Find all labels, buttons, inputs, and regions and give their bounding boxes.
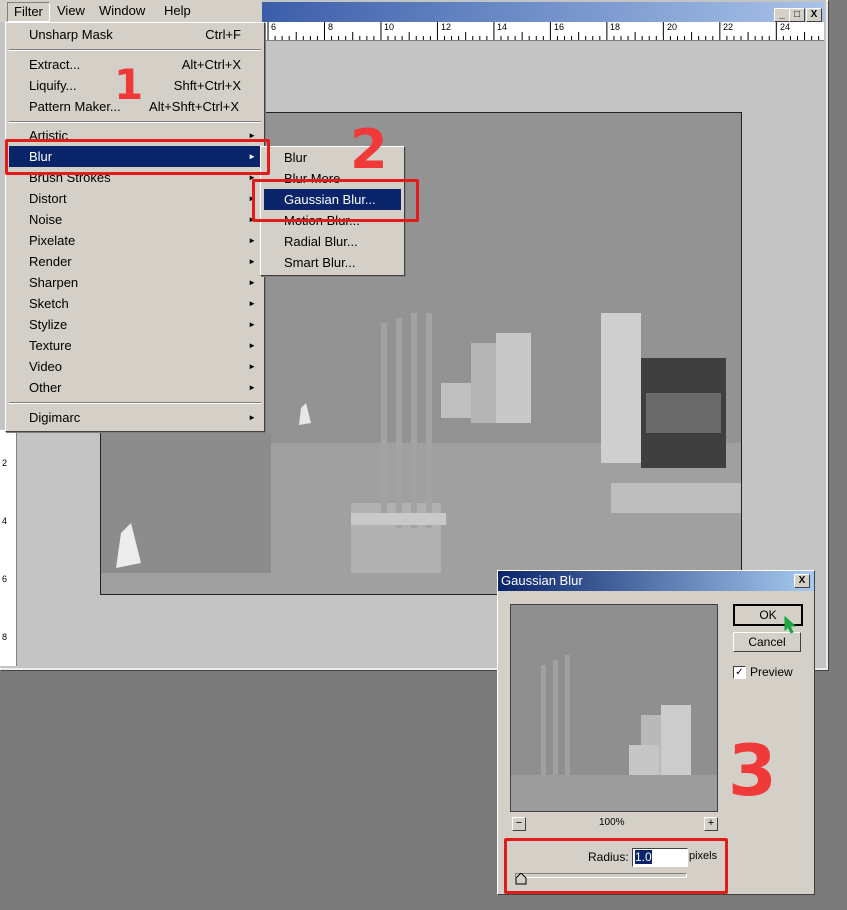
zoom-in-button[interactable]: + bbox=[704, 817, 718, 831]
preview-image bbox=[511, 605, 717, 811]
menu-item-label: Digimarc bbox=[29, 410, 81, 425]
submenu-arrow-icon: ► bbox=[248, 383, 256, 392]
document-title-bar[interactable]: _ □ X bbox=[262, 2, 824, 22]
menu-item-sketch[interactable]: Sketch ► bbox=[9, 293, 261, 314]
submenu-arrow-icon: ► bbox=[248, 299, 256, 308]
annotation-box-blur bbox=[5, 139, 270, 175]
zoom-level: 100% bbox=[599, 817, 625, 828]
annotation-box-gaussian bbox=[252, 179, 419, 222]
ruler-number: 14 bbox=[497, 22, 508, 32]
menu-item-shortcut: Ctrl+F bbox=[205, 27, 241, 42]
vertical-ruler: 2 4 6 8 bbox=[0, 430, 17, 666]
submenu-arrow-icon: ► bbox=[248, 278, 256, 287]
ruler-number: 8 bbox=[328, 22, 334, 32]
submenu-arrow-icon: ► bbox=[248, 236, 256, 245]
menu-item-texture[interactable]: Texture ► bbox=[9, 335, 261, 356]
submenu-arrow-icon: ► bbox=[248, 320, 256, 329]
menu-item-label: Render bbox=[29, 254, 72, 269]
menu-item-label: Other bbox=[29, 380, 62, 395]
submenu-item-label: Radial Blur... bbox=[284, 234, 358, 249]
menu-help[interactable]: Help bbox=[158, 2, 197, 20]
menu-separator bbox=[9, 49, 261, 51]
submenu-arrow-icon: ► bbox=[248, 257, 256, 266]
cancel-button[interactable]: Cancel bbox=[733, 632, 801, 652]
menu-item-pixelate[interactable]: Pixelate ► bbox=[9, 230, 261, 251]
menu-item-label: Video bbox=[29, 359, 63, 374]
menu-item-shortcut: Alt+Ctrl+X bbox=[181, 57, 241, 72]
preview-label: Preview bbox=[750, 665, 793, 679]
dialog-title-bar[interactable]: Gaussian Blur X bbox=[498, 571, 814, 591]
submenu-item-label: Blur bbox=[284, 150, 308, 165]
ruler-number: 8 bbox=[2, 632, 8, 642]
close-button[interactable]: X bbox=[806, 8, 822, 22]
menu-window[interactable]: Window bbox=[93, 2, 151, 20]
menu-item-stylize[interactable]: Stylize ► bbox=[9, 314, 261, 335]
menu-item-label: Texture bbox=[29, 338, 72, 353]
menu-item-label: Pixelate bbox=[29, 233, 76, 248]
annotation-step-3: 3 bbox=[728, 730, 777, 812]
menu-item-shortcut: Alt+Shft+Ctrl+X bbox=[149, 99, 239, 114]
menu-item-shortcut: Shft+Ctrl+X bbox=[173, 78, 241, 93]
maximize-button[interactable]: □ bbox=[789, 8, 805, 22]
ruler-number: 24 bbox=[780, 22, 791, 32]
menu-item-label: Unsharp Mask bbox=[29, 27, 113, 42]
menu-item-label: Sketch bbox=[29, 296, 69, 311]
menu-item-sharpen[interactable]: Sharpen ► bbox=[9, 272, 261, 293]
ruler-number: 16 bbox=[554, 22, 565, 32]
dialog-title: Gaussian Blur bbox=[501, 573, 583, 588]
ruler-number: 2 bbox=[2, 458, 8, 468]
menu-item-label: Distort bbox=[29, 191, 67, 206]
ruler-ticks bbox=[267, 22, 820, 40]
submenu-item-radial-blur[interactable]: Radial Blur... bbox=[264, 231, 401, 252]
annotation-step-1: 1 bbox=[114, 60, 144, 109]
preview-checkbox[interactable]: ✓ bbox=[733, 666, 746, 679]
menu-item-video[interactable]: Video ► bbox=[9, 356, 261, 377]
dialog-close-button[interactable]: X bbox=[794, 574, 810, 588]
menu-item-digimarc[interactable]: Digimarc ► bbox=[9, 407, 261, 428]
menu-separator bbox=[9, 402, 261, 404]
submenu-arrow-icon: ► bbox=[248, 413, 256, 422]
menubar: Filter View Window Help bbox=[0, 0, 262, 22]
menu-item-noise[interactable]: Noise ► bbox=[9, 209, 261, 230]
submenu-arrow-icon: ► bbox=[248, 341, 256, 350]
ruler-number: 18 bbox=[610, 22, 621, 32]
submenu-arrow-icon: ► bbox=[248, 362, 256, 371]
menu-item-label: Pattern Maker... bbox=[29, 99, 121, 114]
ruler-number: 6 bbox=[271, 22, 277, 32]
menu-item-label: Noise bbox=[29, 212, 63, 227]
menu-separator bbox=[9, 121, 261, 123]
menu-item-other[interactable]: Other ► bbox=[9, 377, 261, 398]
ruler-number: 4 bbox=[2, 516, 8, 526]
menu-item-distort[interactable]: Distort ► bbox=[9, 188, 261, 209]
ruler-number: 6 bbox=[2, 574, 8, 584]
submenu-item-smart-blur[interactable]: Smart Blur... bbox=[264, 252, 401, 273]
ruler-number: 20 bbox=[667, 22, 678, 32]
menu-item-render[interactable]: Render ► bbox=[9, 251, 261, 272]
menu-item-label: Extract... bbox=[29, 57, 81, 72]
ruler-number: 22 bbox=[723, 22, 734, 32]
zoom-out-button[interactable]: − bbox=[512, 817, 526, 831]
horizontal-ruler: 6 8 10 12 14 16 18 20 22 24 bbox=[262, 22, 824, 41]
cursor-arrow-icon bbox=[784, 616, 797, 634]
annotation-box-radius bbox=[504, 838, 728, 894]
minimize-button[interactable]: _ bbox=[774, 8, 790, 22]
menu-view[interactable]: View bbox=[51, 2, 91, 20]
menu-item-unsharp-mask[interactable]: Unsharp Mask Ctrl+F bbox=[9, 24, 261, 45]
ruler-number: 10 bbox=[384, 22, 395, 32]
submenu-item-label: Smart Blur... bbox=[284, 255, 356, 270]
preview-pane[interactable] bbox=[510, 604, 718, 812]
menu-item-label: Liquify... bbox=[29, 78, 77, 93]
annotation-step-2: 2 bbox=[350, 118, 388, 181]
menu-item-label: Sharpen bbox=[29, 275, 79, 290]
menu-filter[interactable]: Filter bbox=[7, 2, 50, 22]
menu-item-label: Stylize bbox=[29, 317, 68, 332]
ruler-number: 12 bbox=[441, 22, 452, 32]
